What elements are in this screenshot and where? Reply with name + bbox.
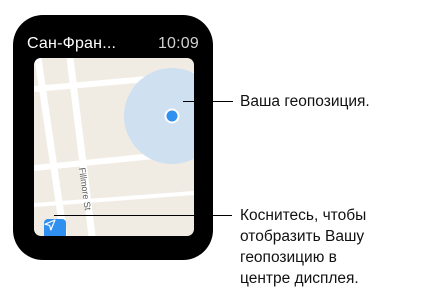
callout-line-locate — [54, 215, 232, 216]
map-view[interactable]: Fillmore St — [34, 58, 194, 236]
callout-locate-line-1: Коснитесь, чтобы — [240, 207, 367, 224]
watch-header: Сан-Фран... 10:09 — [27, 35, 199, 53]
map-canvas: Fillmore St — [34, 58, 194, 236]
watch-frame: Сан-Фран... 10:09 Fillmore St — [13, 15, 213, 260]
callout-locate-line-3: геопозицию в — [240, 249, 337, 266]
callout-locate-line-4: центре дисплея. — [240, 270, 359, 287]
callout-locate: Коснитесь, чтобы отобразить Вашу геопози… — [240, 205, 366, 289]
locate-button[interactable] — [44, 219, 66, 236]
callout-line-location — [183, 101, 233, 102]
clock-time: 10:09 — [157, 35, 199, 52]
callout-locate-line-2: отобразить Вашу — [240, 228, 365, 245]
location-arrow-icon — [44, 219, 56, 231]
current-location-icon — [166, 110, 178, 122]
street-label: Fillmore St — [77, 167, 93, 211]
callout-location: Ваша геопозиция. — [240, 93, 370, 110]
location-title: Сан-Фран... — [27, 35, 117, 52]
